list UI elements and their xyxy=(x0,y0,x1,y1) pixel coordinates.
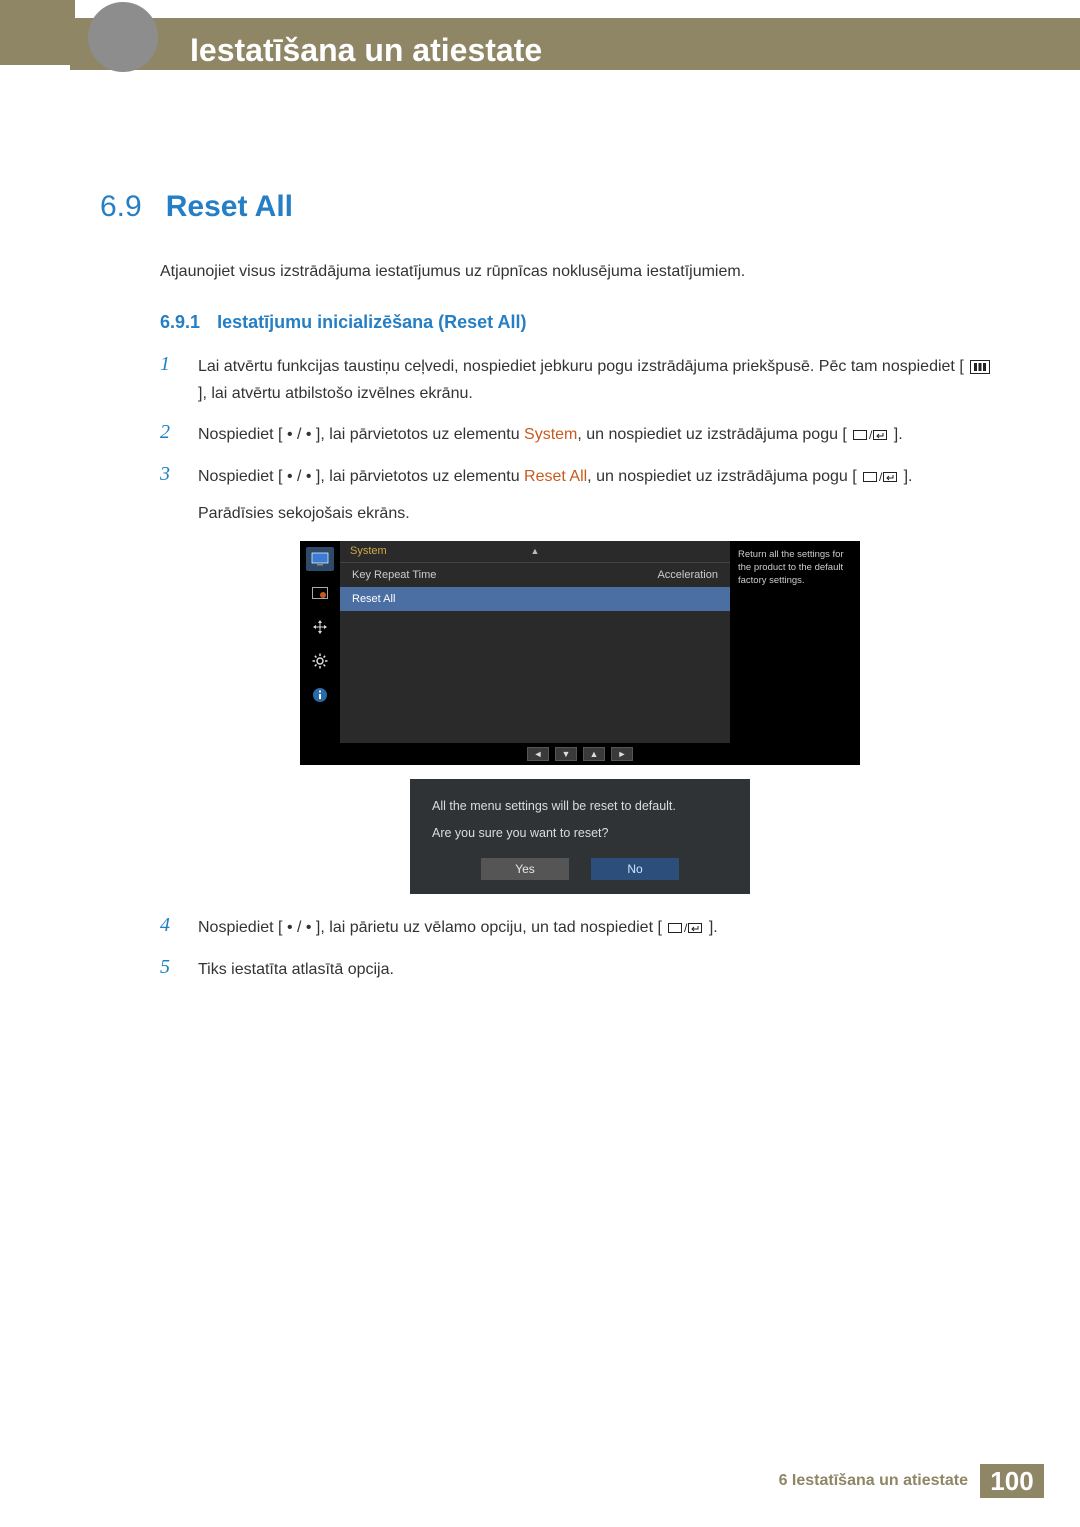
section-title: Reset All xyxy=(166,190,293,224)
caret-up-icon: ▲ xyxy=(531,546,540,556)
step-number: 5 xyxy=(160,956,180,983)
menu-icon xyxy=(968,359,992,375)
footer-chapter-label: 6 Iestatīšana un atiestate xyxy=(779,1472,968,1490)
nav-right-icon: ► xyxy=(611,747,633,761)
dialog-text-2: Are you sure you want to reset? xyxy=(432,824,728,843)
section-heading: 6.9 Reset All xyxy=(100,190,1000,224)
osd-sidebar-screen-icon xyxy=(306,581,334,605)
osd-sidebar-picture-icon xyxy=(306,547,334,571)
osd-nav-bar: ◄ ▼ ▲ ► xyxy=(300,743,860,765)
osd-sidebar-move-icon xyxy=(306,615,334,639)
text: ], lai atvērtu atbilstošo izvēlnes ekrān… xyxy=(198,385,473,402)
svg-text:/: / xyxy=(869,428,873,442)
svg-text:/: / xyxy=(684,921,688,935)
text: Tiks iestatīta atlasītā opcija. xyxy=(198,961,394,978)
highlight-system: System xyxy=(524,426,577,443)
subsection-number: 6.9.1 xyxy=(160,312,200,332)
step-body: Nospiediet [ • / • ], lai pārvietotos uz… xyxy=(198,463,1000,527)
osd-panel-header: System ▲ xyxy=(340,541,730,563)
osd-menu-screenshot: System ▲ Key Repeat Time Acceleration Re… xyxy=(300,541,860,765)
text: ]. xyxy=(904,468,913,485)
osd-panel: System ▲ Key Repeat Time Acceleration Re… xyxy=(340,541,730,743)
subsection-title: Iestatījumu inicializēšana (Reset All) xyxy=(217,312,526,332)
text: Lai atvērtu funkcijas taustiņu ceļvedi, … xyxy=(198,358,964,375)
intro-text: Atjaunojiet visus izstrādājuma iestatīju… xyxy=(160,260,1000,284)
source-enter-icon: / xyxy=(666,920,704,936)
osd-row-key-repeat: Key Repeat Time Acceleration xyxy=(340,563,730,587)
text: , un nospiediet uz izstrādājuma pogu [ xyxy=(587,468,857,485)
dialog-yes-button: Yes xyxy=(481,858,569,880)
nav-left-icon: ◄ xyxy=(527,747,549,761)
chapter-number-circle xyxy=(88,2,158,72)
dialog-no-button: No xyxy=(591,858,679,880)
step-4: 4 Nospiediet [ • / • ], lai pārietu uz v… xyxy=(160,914,1000,941)
step-body: Nospiediet [ • / • ], lai pārietu uz vēl… xyxy=(198,914,1000,941)
osd-help-panel: Return all the settings for the product … xyxy=(730,541,860,743)
nav-down-icon: ▼ xyxy=(555,747,577,761)
text: , un nospiediet uz izstrādājuma pogu [ xyxy=(577,426,847,443)
osd-sidebar-info-icon xyxy=(306,683,334,707)
osd-row-label: Key Repeat Time xyxy=(352,569,436,581)
text: Nospiediet [ • / • ], lai pārvietotos uz… xyxy=(198,468,524,485)
osd-row-value: Acceleration xyxy=(657,569,718,581)
svg-text:/: / xyxy=(879,470,883,484)
corner-tab xyxy=(0,0,75,65)
footer-page-number: 100 xyxy=(980,1464,1044,1498)
text: Nospiediet [ • / • ], lai pārvietotos uz… xyxy=(198,426,524,443)
osd-sidebar xyxy=(300,541,340,743)
osd-row-reset-all: Reset All xyxy=(340,587,730,611)
step-number: 3 xyxy=(160,463,180,527)
text: Parādīsies sekojošais ekrāns. xyxy=(198,500,1000,527)
reset-confirm-dialog: All the menu settings will be reset to d… xyxy=(410,779,750,895)
subsection-heading: 6.9.1 Iestatījumu inicializēšana (Reset … xyxy=(160,312,1000,333)
step-number: 1 xyxy=(160,353,180,407)
text: ]. xyxy=(894,426,903,443)
screenshot-area: System ▲ Key Repeat Time Acceleration Re… xyxy=(160,541,1000,895)
text: Nospiediet [ • / • ], lai pārietu uz vēl… xyxy=(198,919,662,936)
step-3: 3 Nospiediet [ • / • ], lai pārvietotos … xyxy=(160,463,1000,527)
text: ]. xyxy=(709,919,718,936)
step-body: Lai atvērtu funkcijas taustiņu ceļvedi, … xyxy=(198,353,1000,407)
osd-sidebar-settings-icon xyxy=(306,649,334,673)
source-enter-icon: / xyxy=(851,427,889,443)
step-body: Tiks iestatīta atlasītā opcija. xyxy=(198,956,1000,983)
step-2: 2 Nospiediet [ • / • ], lai pārvietotos … xyxy=(160,421,1000,448)
osd-row-label: Reset All xyxy=(352,593,395,605)
page-content: 6.9 Reset All Atjaunojiet visus izstrādā… xyxy=(100,190,1000,997)
step-5: 5 Tiks iestatīta atlasītā opcija. xyxy=(160,956,1000,983)
chapter-title: Iestatīšana un atiestate xyxy=(190,32,542,69)
step-number: 2 xyxy=(160,421,180,448)
source-enter-icon: / xyxy=(861,469,899,485)
step-1: 1 Lai atvērtu funkcijas taustiņu ceļvedi… xyxy=(160,353,1000,407)
page-footer: 6 Iestatīšana un atiestate 100 xyxy=(0,1465,1080,1497)
dialog-text-1: All the menu settings will be reset to d… xyxy=(432,797,728,816)
step-body: Nospiediet [ • / • ], lai pārvietotos uz… xyxy=(198,421,1000,448)
step-number: 4 xyxy=(160,914,180,941)
osd-title: System xyxy=(350,545,387,557)
nav-up-icon: ▲ xyxy=(583,747,605,761)
highlight-reset-all: Reset All xyxy=(524,468,587,485)
section-number: 6.9 xyxy=(100,190,142,224)
